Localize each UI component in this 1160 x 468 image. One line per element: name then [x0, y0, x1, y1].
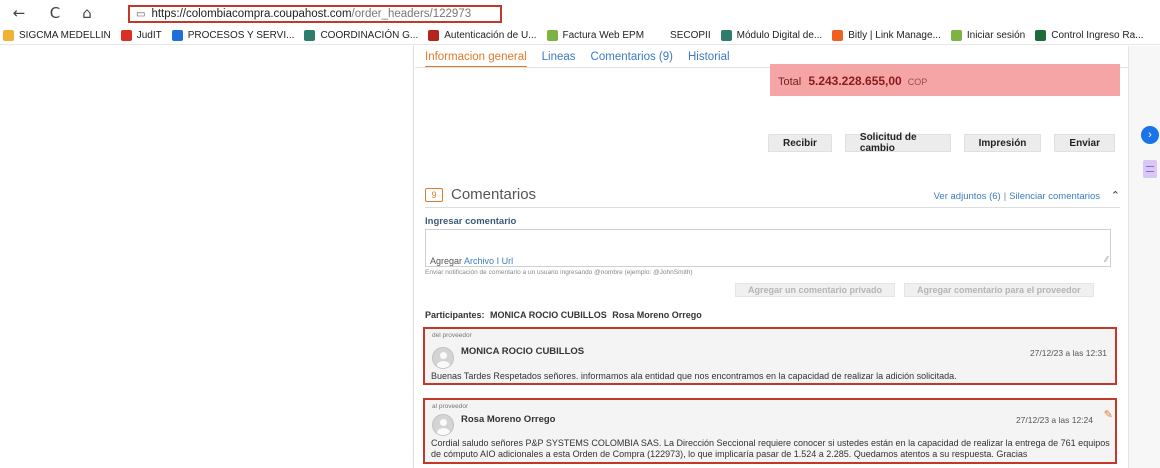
impresion-button[interactable]: Impresión [963, 134, 1042, 152]
notes-icon[interactable] [1143, 160, 1157, 178]
bookmark-label: SECOPII [670, 30, 711, 41]
sharepoint-icon [304, 30, 316, 41]
bookmark-judit[interactable]: JudIT [120, 30, 162, 41]
right-sidebar [1128, 46, 1160, 468]
excel-icon [1035, 30, 1047, 41]
comment-direction: del proveedor [432, 332, 472, 339]
total-amount: 5.243.228.655,00 [808, 74, 902, 88]
enviar-button[interactable]: Enviar [1054, 134, 1115, 152]
bitly-icon [832, 30, 844, 41]
solicitud-cambio-button[interactable]: Solicitud de cambio [844, 132, 951, 154]
tab-lineas[interactable]: Lineas [542, 51, 576, 68]
ingresar-comentario-label: Ingresar comentario [425, 216, 517, 227]
comment-item: al proveedor Rosa Moreno Orrego 27/12/23… [423, 398, 1117, 464]
resize-grip-icon[interactable]: ⁄⁄ [1105, 255, 1108, 264]
bookmark-label: PROCESOS Y SERVI... [187, 30, 295, 41]
comment-buttons: Agregar un comentario privado Agregar co… [735, 283, 1103, 297]
bookmark-modulo-digital[interactable]: Módulo Digital de... [720, 30, 823, 41]
order-total: Total 5.243.228.655,00 COP [770, 64, 1120, 96]
comment-direction: al proveedor [432, 403, 469, 410]
order-main-panel: Informacion general Lineas Comentarios (… [415, 46, 1128, 468]
comments-header: 9 Comentarios Ver adjuntos (6) | Silenciar… [425, 186, 1120, 208]
url-path: /order_headers/122973 [351, 8, 472, 20]
comment-text: Buenas Tardes Respetados señores. inform… [431, 371, 957, 381]
comments-title: Comentarios [451, 186, 537, 203]
comments-links: Ver adjuntos (6) | Silenciar comentarios [934, 191, 1100, 202]
cloud-icon [171, 30, 183, 41]
bookmark-secopii[interactable]: SECOPII [654, 30, 711, 41]
tab-historial[interactable]: Historial [688, 51, 730, 68]
participants: Participantes: MONICA ROCIO CUBILLOS Ros… [425, 310, 702, 320]
sharepoint-icon [720, 30, 732, 41]
avatar [432, 347, 454, 369]
leaf-icon [950, 30, 962, 41]
reload-icon[interactable]: C [42, 0, 68, 26]
notify-hint: Enviar notificación de comentario a un u… [425, 269, 693, 276]
address-bar[interactable]: ▭ https://colombiacompra.coupahost.com/o… [128, 5, 502, 23]
home-icon[interactable]: ⌂ [74, 0, 100, 26]
url-host: https://colombiacompra.coupahost.com [151, 8, 352, 20]
participant-name: Rosa Moreno Orrego [612, 310, 702, 320]
order-actions: Recibir Solicitud de cambio Impresión En… [768, 132, 1128, 154]
page-icon: ▭ [136, 8, 146, 20]
bookmark-bitly[interactable]: Bitly | Link Manage... [832, 30, 941, 41]
folder-icon [3, 30, 14, 41]
bookmark-label: JudIT [136, 30, 162, 41]
comment-date: 27/12/23 a las 12:24 [1015, 415, 1093, 425]
comment-input[interactable]: Agregar Archivo I Url ⁄⁄ [425, 229, 1111, 267]
bookmark-coordinacion[interactable]: COORDINACIÓN G... [304, 30, 418, 41]
edit-pencil-icon[interactable]: ✎ [1104, 408, 1113, 421]
bookmark-factura-epm[interactable]: Factura Web EPM [546, 30, 645, 41]
bookmark-label: Iniciar sesión [966, 30, 1026, 41]
collapse-caret-icon[interactable]: ⌃ [1111, 189, 1120, 202]
bookmark-sigcma[interactable]: SIGCMA MEDELLIN [3, 30, 111, 41]
bookmark-label: SIGCMA MEDELLIN [19, 30, 111, 41]
bookmark-procesos[interactable]: PROCESOS Y SERVI... [171, 30, 295, 41]
comment-author: MONICA ROCIO CUBILLOS [461, 346, 585, 357]
attach-row: Agregar Archivo I Url [430, 256, 513, 266]
url-link[interactable]: Url [502, 256, 514, 266]
comment-count-badge: 9 [425, 188, 443, 202]
bookmark-label: COORDINACIÓN G... [320, 30, 419, 41]
back-icon[interactable]: ← [6, 0, 32, 26]
order-tabs: Informacion general Lineas Comentarios (… [425, 51, 745, 68]
total-currency: COP [907, 77, 928, 87]
archivo-link[interactable]: Archivo [464, 256, 494, 266]
comment-item: del proveedor MONICA ROCIO CUBILLOS 27/1… [423, 327, 1117, 385]
judit-icon [120, 30, 132, 41]
avatar [432, 414, 454, 436]
secop-icon [654, 30, 666, 41]
link-separator: I [496, 256, 500, 266]
bookmarks-bar: SIGCMA MEDELLIN JudIT PROCESOS Y SERVI..… [0, 27, 1160, 45]
silenciar-comentarios-link[interactable]: Silenciar comentarios [1009, 191, 1100, 202]
agregar-label: Agregar [430, 256, 463, 266]
private-comment-button[interactable]: Agregar un comentario privado [735, 283, 896, 297]
comment-date: 27/12/23 a las 12:31 [1029, 348, 1107, 358]
links-separator: | [1003, 191, 1007, 202]
supplier-comment-button[interactable]: Agregar comentario para el proveedor [904, 283, 1094, 297]
bookmark-iniciar-sesion[interactable]: Iniciar sesión [950, 30, 1026, 41]
bookmark-autenticacion[interactable]: Autenticación de U... [428, 30, 537, 41]
bookmark-label: Autenticación de U... [444, 30, 537, 41]
participant-name: MONICA ROCIO CUBILLOS [490, 310, 607, 320]
comment-author: Rosa Moreno Orrego [461, 414, 556, 425]
ver-adjuntos-link[interactable]: Ver adjuntos (6) [934, 191, 1001, 202]
chevron-right-icon[interactable]: › [1141, 126, 1159, 144]
tab-comentarios[interactable]: Comentarios (9) [591, 51, 673, 68]
bookmark-label: Factura Web EPM [562, 30, 645, 41]
bookmark-label: Bitly | Link Manage... [848, 30, 941, 41]
left-pane [0, 46, 414, 468]
participants-label: Participantes: [425, 310, 485, 320]
bookmark-control-ingreso[interactable]: Control Ingreso Ra... [1035, 30, 1144, 41]
bookmark-label: Módulo Digital de... [736, 30, 823, 41]
total-label: Total [778, 76, 802, 88]
bookmark-label: Control Ingreso Ra... [1051, 30, 1144, 41]
comment-text: Cordial saludo señores P&P SYSTEMS COLOM… [431, 438, 1110, 459]
recibir-button[interactable]: Recibir [768, 134, 832, 152]
login-icon [428, 30, 440, 41]
tab-informacion-general[interactable]: Informacion general [425, 51, 527, 68]
epm-icon [546, 30, 558, 41]
